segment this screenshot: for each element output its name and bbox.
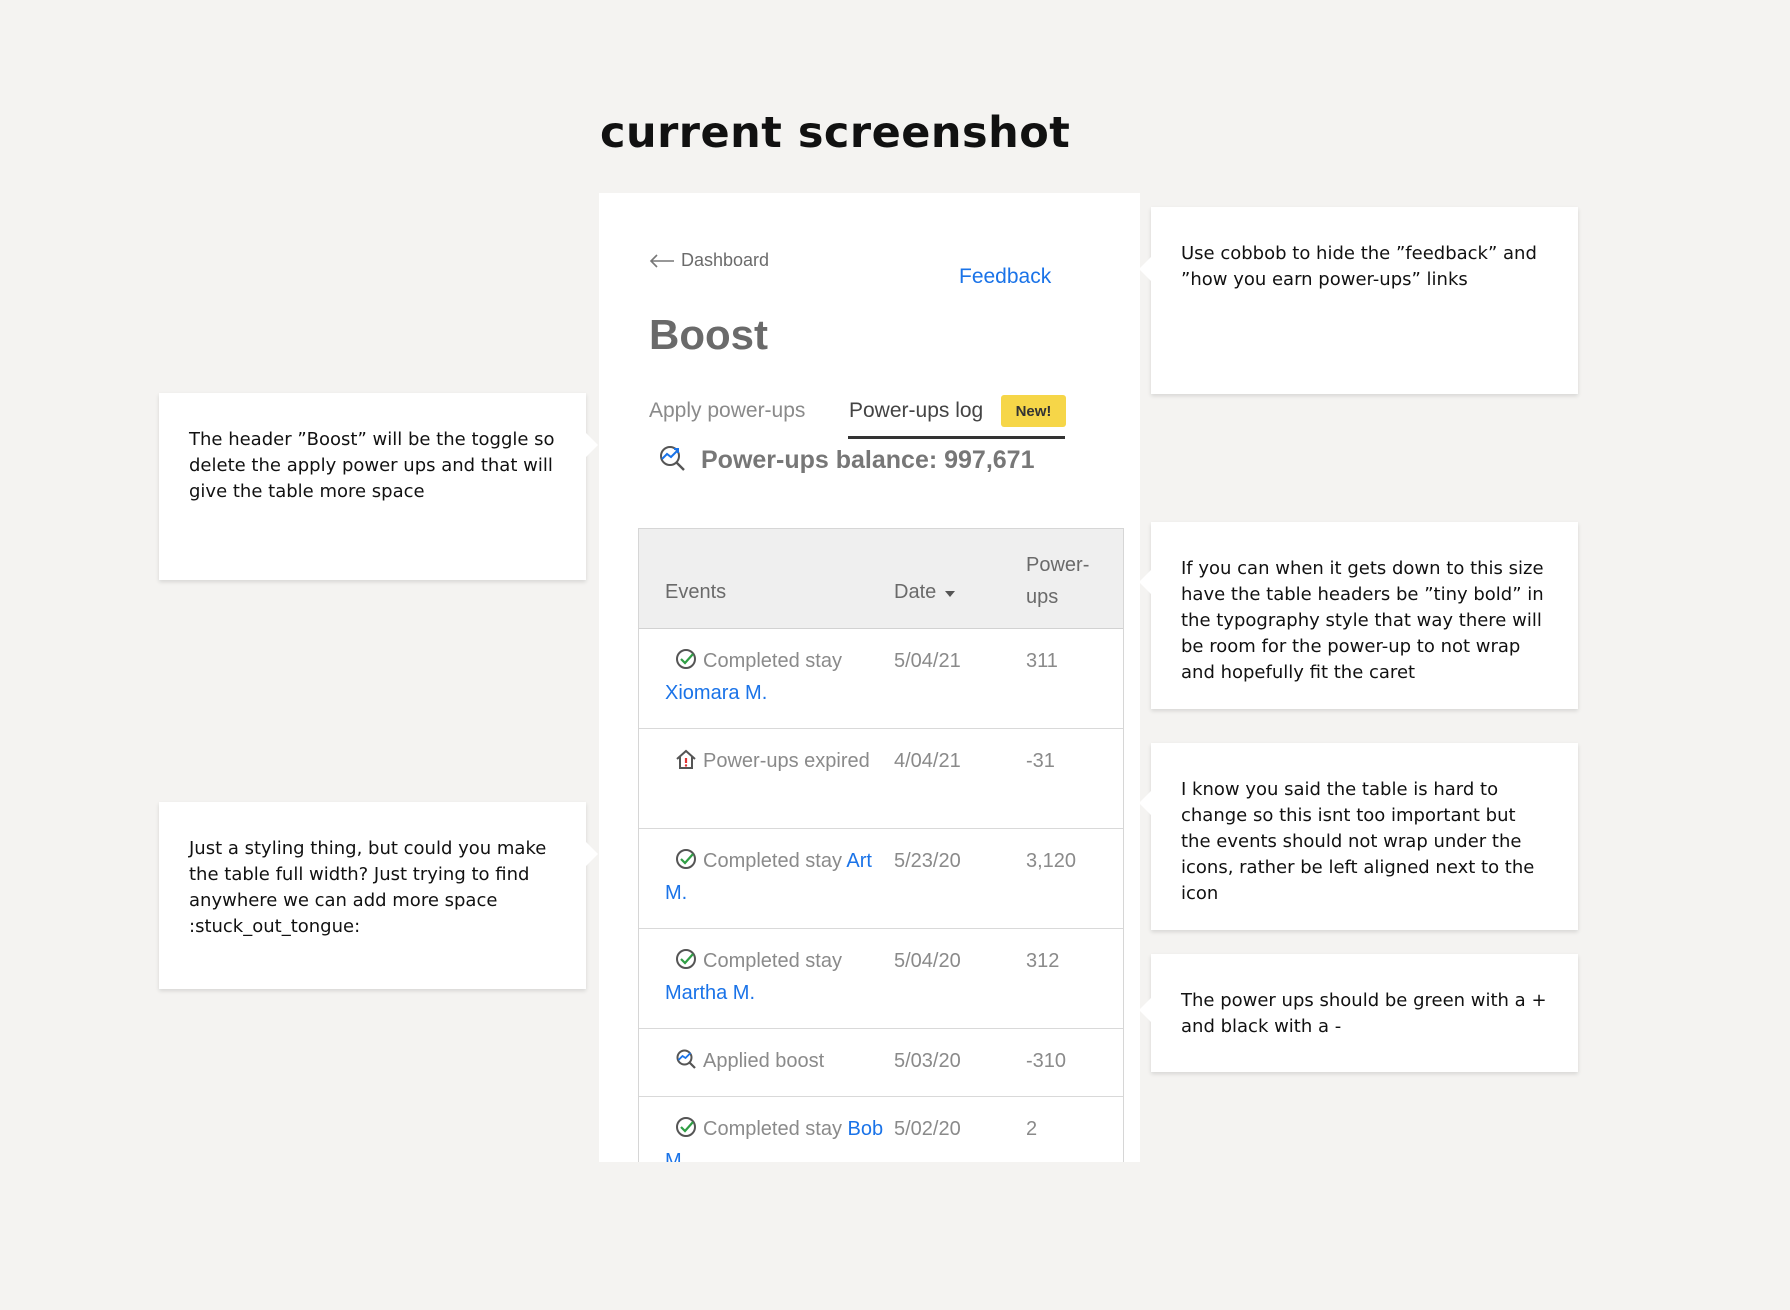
power-ups-balance: Power-ups balance: 997,671 xyxy=(657,443,1034,478)
tab-apply-power-ups[interactable]: Apply power-ups xyxy=(649,399,805,423)
event-cell: Power-ups expired xyxy=(665,745,885,777)
table-header: Events Date Power-ups xyxy=(639,529,1123,629)
date-cell: 5/02/20 xyxy=(894,1118,961,1140)
date-cell: 5/03/20 xyxy=(894,1050,961,1072)
balance-label: Power-ups balance: 997,671 xyxy=(701,446,1035,474)
points-cell: -310 xyxy=(1026,1050,1067,1072)
points-cell: -31 xyxy=(1026,750,1055,772)
event-cell: Applied boost xyxy=(665,1045,885,1077)
event-cell: Completed stay Xiomara M. xyxy=(665,645,885,709)
points-cell: 311 xyxy=(1026,650,1058,672)
check-circle-icon xyxy=(676,1117,696,1137)
note-text: Just a styling thing, but could you make… xyxy=(189,838,547,937)
event-cell: Completed stay Bob M. xyxy=(665,1113,885,1162)
check-circle-icon xyxy=(676,649,696,669)
table-row: Completed stay Bob M. 5/02/20 2 xyxy=(639,1097,1123,1162)
check-circle-icon xyxy=(676,849,696,869)
date-cell: 5/04/21 xyxy=(894,650,961,672)
note-event-wrap: I know you said the table is hard to cha… xyxy=(1139,743,1578,930)
date-cell: 4/04/21 xyxy=(894,750,961,772)
date-cell: 5/23/20 xyxy=(894,850,961,872)
points-cell: 2 xyxy=(1026,1118,1038,1140)
event-text: Completed stay xyxy=(703,850,842,872)
back-to-dashboard-link[interactable]: Dashboard xyxy=(649,250,769,271)
note-power-up-colors: The power ups should be green with a + a… xyxy=(1139,954,1578,1072)
boost-screen-mock: Dashboard Feedback Boost Apply power-ups… xyxy=(599,193,1140,1162)
tab-power-ups-log[interactable]: Power-ups log xyxy=(849,399,983,423)
new-badge: New! xyxy=(1001,395,1066,427)
header-events: Events xyxy=(665,581,727,603)
note-text: I know you said the table is hard to cha… xyxy=(1181,779,1535,904)
points-cell: 312 xyxy=(1026,950,1060,972)
boost-heading: Boost xyxy=(649,311,768,358)
header-date[interactable]: Date xyxy=(894,581,956,604)
guest-link[interactable]: Martha M. xyxy=(665,982,755,1004)
date-cell: 5/04/20 xyxy=(894,950,961,972)
page-title: current screenshot xyxy=(600,108,1071,158)
header-power-ups: Power-ups xyxy=(1026,554,1090,608)
active-tab-underline xyxy=(848,436,1065,439)
caret-down-icon xyxy=(944,581,956,604)
event-cell: Completed stay Martha M. xyxy=(665,945,885,1009)
note-boost-toggle: The header ”Boost” will be the toggle so… xyxy=(159,393,598,580)
boost-magnifier-icon xyxy=(657,443,687,478)
event-cell: Completed stay Art M. xyxy=(665,845,885,909)
note-full-width-table: Just a styling thing, but could you make… xyxy=(159,802,598,989)
note-text: The header ”Boost” will be the toggle so… xyxy=(189,429,555,502)
power-ups-log-table: Events Date Power-ups Completed stay Xio… xyxy=(638,528,1124,1162)
back-label: Dashboard xyxy=(681,250,770,270)
note-hide-links: Use cobbob to hide the ”feedback” and ”h… xyxy=(1139,207,1578,394)
event-text: Completed stay xyxy=(703,650,842,672)
header-date-label: Date xyxy=(894,581,937,603)
note-tiny-bold-headers: If you can when it gets down to this siz… xyxy=(1139,522,1578,709)
event-text: Completed stay xyxy=(703,1118,842,1140)
arrow-left-icon xyxy=(649,253,675,268)
table-row: Completed stay Art M. 5/23/20 3,120 xyxy=(639,829,1123,929)
guest-link[interactable]: Xiomara M. xyxy=(665,682,767,704)
boost-magnifier-icon xyxy=(676,1049,696,1069)
event-text: Applied boost xyxy=(703,1050,825,1072)
check-circle-icon xyxy=(676,949,696,969)
note-text: If you can when it gets down to this siz… xyxy=(1181,558,1544,683)
house-alert-icon xyxy=(676,749,696,769)
event-text: Power-ups expired xyxy=(703,750,870,772)
feedback-link[interactable]: Feedback xyxy=(959,265,1051,289)
table-row: Completed stay Martha M. 5/04/20 312 xyxy=(639,929,1123,1029)
event-text: Completed stay xyxy=(703,950,842,972)
note-text: Use cobbob to hide the ”feedback” and ”h… xyxy=(1181,243,1537,290)
note-text: The power ups should be green with a + a… xyxy=(1181,990,1547,1037)
points-cell: 3,120 xyxy=(1026,850,1077,872)
table-row: Power-ups expired 4/04/21 -31 xyxy=(639,729,1123,829)
table-row: Completed stay Xiomara M. 5/04/21 311 xyxy=(639,629,1123,729)
table-row: Applied boost 5/03/20 -310 xyxy=(639,1029,1123,1097)
